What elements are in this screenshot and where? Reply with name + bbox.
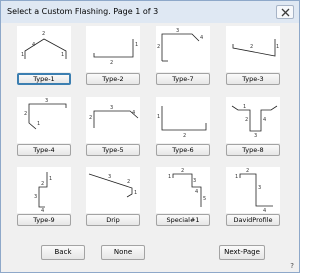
close-icon: [281, 8, 290, 17]
flashing-preview-drip[interactable]: 3 21: [86, 167, 140, 213]
svg-text:1: 1: [157, 114, 160, 120]
tile-button-type-7[interactable]: Type-7: [156, 73, 210, 85]
svg-text:2: 2: [250, 44, 253, 50]
svg-text:1: 1: [135, 42, 138, 48]
svg-text:1: 1: [61, 52, 64, 58]
svg-text:1: 1: [235, 174, 238, 180]
svg-text:2: 2: [181, 168, 184, 174]
tile-button-davidprofile[interactable]: DavidProfile: [226, 214, 280, 226]
tile-button-type-4[interactable]: Type-4: [17, 144, 71, 156]
svg-text:4: 4: [41, 208, 44, 213]
profile-drawing-type-5: 3 2 4: [89, 105, 139, 128]
svg-text:2: 2: [110, 60, 113, 66]
profile-drawing-type-6: 12: [157, 106, 207, 139]
svg-text:3: 3: [193, 178, 196, 184]
next-page-button[interactable]: Next-Page: [219, 245, 265, 260]
custom-flashing-dialog: Select a Custom Flashing. Page 1 of 3 2 4…: [0, 0, 300, 273]
svg-text:3: 3: [254, 133, 257, 139]
profile-drawing-type-3: 21: [232, 39, 279, 57]
flashing-preview-type-3[interactable]: 21: [226, 26, 280, 72]
flashing-preview-type-4[interactable]: 3 2 1: [17, 97, 71, 143]
svg-text:2: 2: [41, 181, 44, 187]
profile-drawing-davidprofile: 2 1 3 4: [235, 168, 273, 213]
tile-button-drip[interactable]: Drip: [86, 214, 140, 226]
svg-text:4: 4: [32, 42, 35, 48]
profile-drawing-type-4: 3 2 1: [24, 98, 67, 130]
svg-text:1: 1: [276, 44, 279, 50]
tile-button-type-3[interactable]: Type-3: [226, 73, 280, 85]
flashing-preview-type-8[interactable]: 1 2 3 4: [226, 97, 280, 143]
tile-button-type-5[interactable]: Type-5: [86, 144, 140, 156]
svg-text:3: 3: [45, 98, 48, 104]
svg-text:4: 4: [132, 110, 135, 116]
flashing-preview-type-1[interactable]: 2 4 1 1: [17, 26, 71, 72]
help-icon[interactable]: ?: [290, 262, 294, 270]
svg-text:4: 4: [263, 117, 266, 123]
close-button[interactable]: [276, 5, 294, 19]
none-button[interactable]: None: [101, 245, 145, 260]
profile-drawing-type-2: 21: [93, 39, 138, 66]
flashing-preview-type-6[interactable]: 12: [156, 97, 210, 143]
svg-text:1: 1: [21, 52, 24, 58]
svg-text:3: 3: [258, 185, 261, 191]
svg-text:2: 2: [245, 117, 248, 123]
flashing-preview-davidprofile[interactable]: 2 1 3 4: [226, 167, 280, 213]
svg-text:2: 2: [183, 133, 186, 139]
profile-drawing-type-1: 2 4 1 1: [21, 31, 67, 59]
profile-drawing-special-1: 2 1 3 45: [168, 168, 206, 207]
svg-text:2: 2: [127, 179, 130, 185]
svg-text:1: 1: [168, 174, 171, 180]
flashing-preview-type-7[interactable]: 3 2 4: [156, 26, 210, 72]
svg-text:5: 5: [203, 196, 206, 202]
svg-text:4: 4: [263, 208, 266, 213]
svg-text:2: 2: [24, 111, 27, 117]
svg-text:1: 1: [37, 121, 40, 127]
flashing-preview-type-2[interactable]: 21: [86, 26, 140, 72]
svg-text:1: 1: [243, 104, 246, 110]
profile-drawing-type-9: 12 3 4: [34, 172, 52, 213]
svg-text:4: 4: [195, 189, 198, 195]
svg-text:2: 2: [89, 115, 92, 121]
svg-text:2: 2: [246, 168, 249, 174]
tile-button-type-2[interactable]: Type-2: [86, 73, 140, 85]
flashing-preview-type-5[interactable]: 3 2 4: [86, 97, 140, 143]
profile-drawing-type-8: 1 2 3 4: [231, 104, 278, 139]
svg-text:3: 3: [176, 28, 179, 34]
profile-drawing-drip: 3 21: [88, 173, 137, 198]
svg-text:2: 2: [157, 44, 160, 50]
svg-text:3: 3: [108, 174, 111, 180]
tile-button-type-1[interactable]: Type-1: [17, 73, 71, 85]
tile-button-type-8[interactable]: Type-8: [226, 144, 280, 156]
svg-text:2: 2: [42, 31, 45, 37]
svg-text:1: 1: [49, 176, 52, 182]
tile-button-special-1[interactable]: Special#1: [156, 214, 210, 226]
tile-button-type-9[interactable]: Type-9: [17, 214, 71, 226]
back-button[interactable]: Back: [41, 245, 85, 260]
svg-text:3: 3: [34, 194, 37, 200]
svg-text:4: 4: [200, 35, 203, 41]
title-bar: Select a Custom Flashing. Page 1 of 3: [1, 1, 299, 23]
tile-button-type-6[interactable]: Type-6: [156, 144, 210, 156]
flashing-preview-type-9[interactable]: 12 3 4: [17, 167, 71, 213]
svg-text:3: 3: [110, 105, 113, 111]
svg-text:1: 1: [134, 190, 137, 196]
flashing-preview-special-1[interactable]: 2 1 3 45: [156, 167, 210, 213]
profile-drawing-type-7: 3 2 4: [157, 28, 203, 62]
window-title: Select a Custom Flashing. Page 1 of 3: [7, 7, 159, 16]
